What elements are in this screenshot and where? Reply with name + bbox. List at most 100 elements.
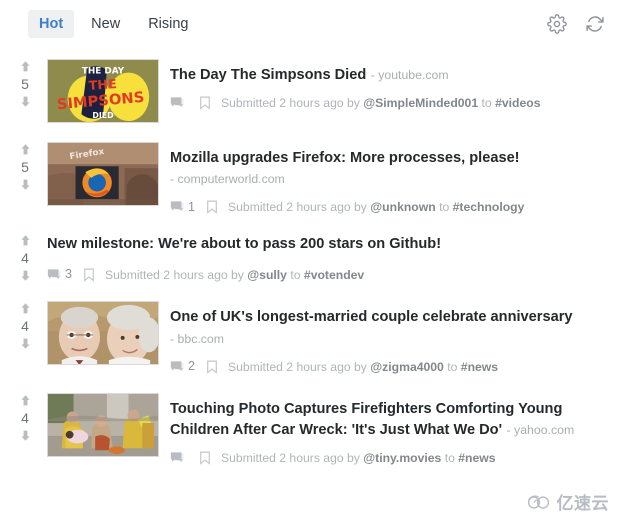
upvote-icon[interactable] bbox=[19, 394, 32, 407]
submitted-prefix: Submitted 2 hours ago by bbox=[105, 267, 244, 282]
vote-score: 4 bbox=[21, 250, 29, 267]
comment-count: 1 bbox=[188, 200, 196, 215]
to-word: to bbox=[481, 96, 492, 111]
tab-hot[interactable]: Hot bbox=[28, 9, 75, 39]
watermark-logo-icon bbox=[526, 493, 552, 511]
comment-icon[interactable] bbox=[170, 200, 184, 214]
post-thumbnail[interactable]: Firefox bbox=[47, 142, 159, 206]
downvote-icon[interactable] bbox=[19, 178, 32, 191]
post-title-line: The Day The Simpsons Died - youtube.com bbox=[170, 64, 605, 85]
post-domain: - computerworld.com bbox=[170, 172, 285, 187]
to-word: to bbox=[444, 451, 455, 466]
post-list: 5 THE DAY THE SIMPSONS DIED The Day The … bbox=[0, 48, 621, 473]
to-word: to bbox=[290, 267, 301, 282]
submitted-prefix: Submitted 2 hours ago by bbox=[221, 451, 360, 466]
post-meta: 1 Submitted 2 hours ago by @unknown to #… bbox=[170, 200, 605, 215]
post-thumbnail[interactable] bbox=[47, 392, 159, 457]
tab-new[interactable]: New bbox=[80, 10, 131, 39]
upvote-icon[interactable] bbox=[19, 143, 32, 156]
post-tag[interactable]: #videos bbox=[495, 96, 540, 110]
tab-bar: Hot New Rising bbox=[28, 9, 199, 39]
tab-new-label: New bbox=[91, 15, 121, 32]
post-body: The Day The Simpsons Died - youtube.com … bbox=[159, 56, 605, 110]
gear-icon[interactable] bbox=[547, 14, 567, 34]
post-item: 4 New milestone: We're about to pass 200… bbox=[0, 222, 621, 290]
toolbar: Hot New Rising bbox=[0, 0, 621, 48]
post-domain: - yahoo.com bbox=[506, 422, 575, 437]
vote-controls: 5 bbox=[12, 139, 38, 191]
comment-icon[interactable] bbox=[47, 268, 61, 282]
watermark: 亿速云 bbox=[526, 489, 610, 514]
upvote-icon[interactable] bbox=[19, 234, 32, 247]
post-thumbnail[interactable] bbox=[47, 301, 159, 366]
watermark-text: 亿速云 bbox=[556, 494, 609, 514]
post-item: 4 bbox=[0, 382, 621, 474]
post-item: 5 Firefox Mozilla upgrades Firefox: More… bbox=[0, 131, 621, 222]
vote-score: 5 bbox=[21, 76, 29, 92]
post-item: 5 THE DAY THE SIMPSONS DIED The Day The … bbox=[0, 48, 621, 131]
upvote-icon[interactable] bbox=[19, 302, 32, 315]
post-title[interactable]: New milestone: We're about to pass 200 s… bbox=[47, 236, 441, 252]
comment-icon[interactable] bbox=[170, 451, 184, 465]
post-author[interactable]: @sully bbox=[247, 268, 287, 282]
bookmark-icon[interactable] bbox=[206, 200, 218, 215]
tab-rising-label: Rising bbox=[148, 15, 189, 32]
post-thumbnail[interactable]: THE DAY THE SIMPSONS DIED bbox=[47, 59, 159, 123]
downvote-icon[interactable] bbox=[19, 269, 32, 282]
to-word: to bbox=[447, 359, 458, 374]
upvote-icon[interactable] bbox=[19, 60, 32, 73]
vote-score: 5 bbox=[21, 159, 29, 175]
to-word: to bbox=[439, 200, 450, 215]
post-body: Touching Photo Captures Firefighters Com… bbox=[159, 390, 605, 466]
svg-text:THE: THE bbox=[88, 76, 117, 93]
post-meta: Submitted 2 hours ago by @tiny.movies to… bbox=[170, 451, 605, 465]
post-tag[interactable]: #news bbox=[458, 451, 495, 465]
post-title[interactable]: Mozilla upgrades Firefox: More processes… bbox=[170, 150, 520, 166]
bookmark-icon[interactable] bbox=[199, 96, 211, 110]
post-domain: - youtube.com bbox=[370, 68, 449, 82]
post-title-line: One of UK's longest-married couple celeb… bbox=[170, 306, 605, 348]
downvote-icon[interactable] bbox=[19, 95, 32, 108]
post-body: Mozilla upgrades Firefox: More processes… bbox=[159, 139, 605, 215]
comment-icon[interactable] bbox=[170, 96, 184, 110]
post-author[interactable]: @SimpleMinded001 bbox=[363, 96, 478, 110]
bookmark-icon[interactable] bbox=[199, 451, 211, 465]
post-title-line: Mozilla upgrades Firefox: More processes… bbox=[170, 147, 605, 189]
comment-count: 2 bbox=[188, 359, 196, 374]
post-author[interactable]: @zigma4000 bbox=[370, 360, 444, 374]
post-meta: 3 Submitted 2 hours ago by @sully to #vo… bbox=[47, 268, 605, 282]
post-item: 4 bbox=[0, 290, 621, 381]
post-domain: - bbc.com bbox=[170, 331, 224, 346]
post-title[interactable]: One of UK's longest-married couple celeb… bbox=[170, 309, 573, 325]
post-author[interactable]: @tiny.movies bbox=[363, 451, 441, 465]
downvote-icon[interactable] bbox=[19, 429, 32, 442]
post-title-line: Touching Photo Captures Firefighters Com… bbox=[170, 398, 605, 441]
submitted-prefix: Submitted 2 hours ago by bbox=[221, 96, 360, 111]
post-meta: 2 Submitted 2 hours ago by @zigma4000 to… bbox=[170, 360, 605, 374]
post-tag[interactable]: #technology bbox=[453, 200, 525, 214]
vote-controls: 4 bbox=[12, 230, 38, 282]
post-tag[interactable]: #news bbox=[461, 360, 498, 374]
bookmark-icon[interactable] bbox=[206, 360, 218, 374]
post-tag[interactable]: #votendev bbox=[304, 268, 364, 282]
refresh-icon[interactable] bbox=[585, 14, 605, 34]
post-body: New milestone: We're about to pass 200 s… bbox=[38, 230, 605, 282]
post-title[interactable]: Touching Photo Captures Firefighters Com… bbox=[170, 401, 562, 438]
bookmark-icon[interactable] bbox=[83, 268, 95, 282]
post-author[interactable]: @unknown bbox=[370, 200, 435, 214]
comment-icon[interactable] bbox=[170, 360, 184, 374]
post-meta: Submitted 2 hours ago by @SimpleMinded00… bbox=[170, 96, 605, 110]
vote-controls: 5 bbox=[12, 56, 38, 108]
post-submitted: Submitted 2 hours ago by @SimpleMinded00… bbox=[221, 97, 540, 109]
post-submitted: Submitted 2 hours ago by @tiny.movies to… bbox=[221, 452, 496, 464]
submitted-prefix: Submitted 2 hours ago by bbox=[228, 359, 367, 374]
comment-count: 3 bbox=[65, 267, 73, 282]
svg-text:DIED: DIED bbox=[92, 111, 114, 120]
post-submitted: Submitted 2 hours ago by @unknown to #te… bbox=[228, 201, 524, 213]
downvote-icon[interactable] bbox=[19, 337, 32, 350]
tab-rising[interactable]: Rising bbox=[137, 10, 199, 39]
svg-text:THE DAY: THE DAY bbox=[82, 67, 125, 77]
post-submitted: Submitted 2 hours ago by @sully to #vote… bbox=[105, 267, 364, 282]
post-title[interactable]: The Day The Simpsons Died bbox=[170, 67, 366, 83]
post-body: One of UK's longest-married couple celeb… bbox=[159, 298, 605, 374]
